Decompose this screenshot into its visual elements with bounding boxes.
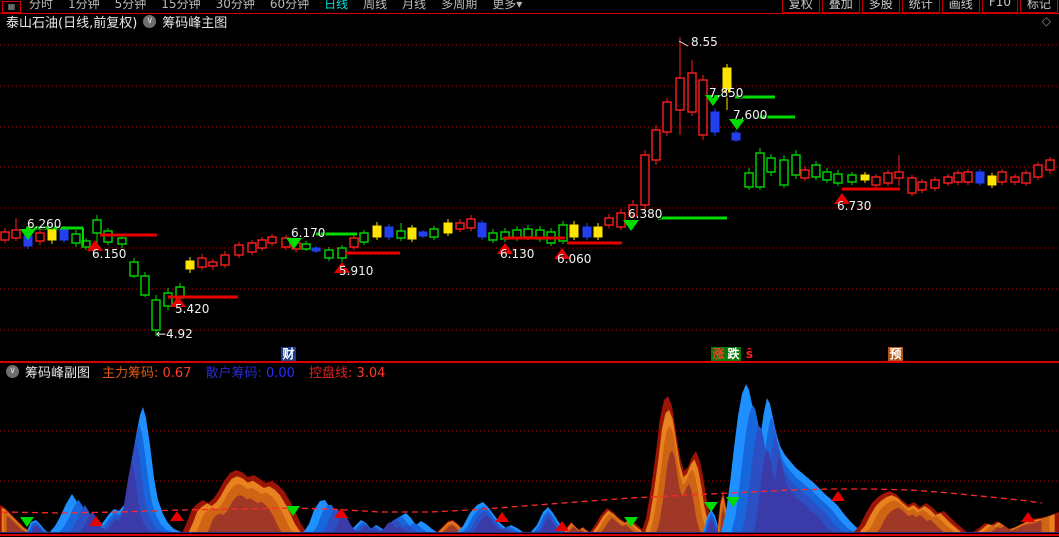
period-tab-周线[interactable]: 周线 (363, 0, 387, 12)
sub-buy-triangle (170, 511, 184, 521)
price-level-label: 6.730 (837, 199, 872, 213)
price-level-label: 6.130 (500, 247, 535, 261)
indicator-field: 主力筹码: 0.67 (102, 366, 191, 381)
chevron-down-icon[interactable]: ∨ (143, 15, 157, 28)
sub-buy-triangle (831, 491, 845, 501)
period-tab-15分钟[interactable]: 15分钟 (161, 0, 200, 12)
indicator-values: 主力筹码: 0.67 散户筹码: 0.00 控盘线: 3.04 (102, 362, 399, 381)
indicator-field-label: 控盘线: (308, 366, 357, 381)
price-level-label: 7.850 (709, 86, 744, 100)
candlesticks (0, 37, 1055, 336)
price-level-label: 6.260 (27, 217, 62, 231)
price-level-label: 6.380 (628, 207, 663, 221)
period-tab-60分钟[interactable]: 60分钟 (270, 0, 309, 12)
price-level-label: 6.150 (92, 247, 127, 261)
sub-baseline-dark (0, 532, 1059, 533)
event-tag-预[interactable]: 预 (888, 347, 903, 361)
price-level-label: 7.600 (733, 108, 768, 122)
indicator-field-label: 主力筹码: (102, 366, 163, 381)
sub-buy-triangle (495, 512, 509, 522)
period-tab-更多▾[interactable]: 更多▾ (492, 0, 522, 12)
sub-panel-header: ∨ 筹码峰副图 主力筹码: 0.67 散户筹码: 0.00 控盘线: 3.04 (6, 362, 399, 381)
indicator-field-value: 0.67 (162, 366, 192, 381)
event-tag-涨[interactable]: 涨 (711, 347, 726, 361)
period-tab-30分钟[interactable]: 30分钟 (216, 0, 255, 12)
price-annotation-label: 8.55 (691, 35, 718, 49)
collapse-chevron-icon[interactable]: ∨ (6, 365, 19, 378)
indicator-field-label: 散户筹码: (205, 366, 266, 381)
price-annotation-label: ←4.92 (156, 327, 193, 341)
symbol-title: 泰山石油(日线,前复权) (6, 16, 138, 31)
price-level-label: 5.420 (175, 302, 210, 316)
toolbar-button-标记[interactable]: 标记 (1019, 0, 1058, 13)
signal-levels (20, 40, 900, 307)
chip-peak-mountains (0, 384, 1059, 533)
period-tab-日线[interactable]: 日线 (324, 0, 348, 12)
event-tag-跌[interactable]: 跌 (726, 347, 741, 361)
period-tab-分时[interactable]: 分时 (29, 0, 53, 12)
chart-title-bar: 泰山石油(日线,前复权) ∨ 筹码峰主图 (6, 12, 227, 31)
indicator-field-value: 3.04 (356, 366, 386, 381)
event-tag-ŝ[interactable]: ŝ (742, 347, 757, 361)
period-tab-月线[interactable]: 月线 (402, 0, 426, 12)
trading-app-window: ▦ 分时 1分钟 5分钟 15分钟 30分钟 60分钟 日线 周线 月线 多周期 更多▾ 复权 叠加多… (0, 0, 1059, 537)
toolbar-buttons: 复权 叠加 多股 统计 画线 F10 标记 (781, 0, 1059, 13)
period-tab-1分钟[interactable]: 1分钟 (68, 0, 100, 12)
sub-baseline (0, 534, 1059, 536)
toolbar-button-复权[interactable]: 复权 (781, 0, 820, 13)
toolbar-button-多股[interactable]: 多股 (861, 0, 900, 13)
corner-diamond-icon[interactable]: ◇ (1042, 14, 1051, 28)
toolbar-button-叠加[interactable]: 叠加 (821, 0, 860, 13)
period-tab-5分钟[interactable]: 5分钟 (115, 0, 147, 12)
toolbar-button-统计[interactable]: 统计 (901, 0, 940, 13)
main-gridlines (0, 44, 1059, 331)
period-tab-多周期[interactable]: 多周期 (441, 0, 477, 12)
event-tag-财[interactable]: 财 (281, 347, 296, 361)
indicator-field-value: 0.00 (266, 366, 295, 381)
price-level-label: 6.170 (291, 226, 326, 240)
toolbar-button-F10[interactable]: F10 (981, 0, 1018, 13)
main-indicator-name[interactable]: 筹码峰主图 (162, 12, 227, 31)
sub-buy-triangle (1021, 512, 1035, 522)
price-level-label: 6.060 (557, 252, 592, 266)
price-level-label: 5.910 (339, 264, 374, 278)
sub-indicator-name[interactable]: 筹码峰副图 (25, 362, 90, 381)
indicator-field: 控盘线: 3.04 (309, 366, 385, 381)
toolbar-button-画线[interactable]: 画线 (941, 0, 980, 13)
sub-gridlines (0, 430, 1059, 482)
indicator-field: 散户筹码: 0.00 (205, 366, 294, 381)
chart-canvas[interactable] (0, 0, 1059, 537)
